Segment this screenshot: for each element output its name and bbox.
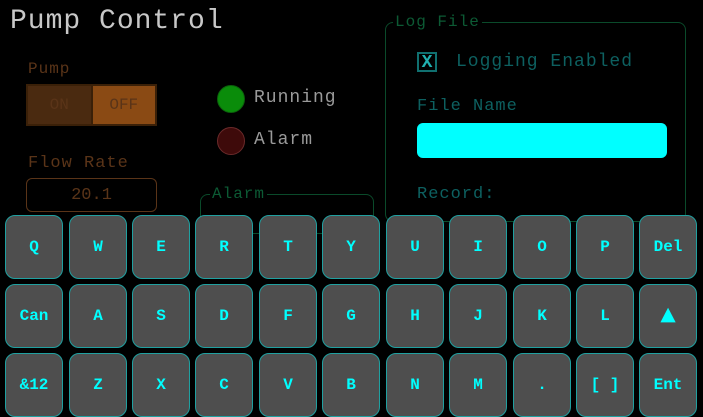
key-21[interactable]: ▲ [639, 284, 697, 348]
file-name-input[interactable] [417, 123, 667, 158]
key-10[interactable]: Del [639, 215, 697, 279]
key-2[interactable]: E [132, 215, 190, 279]
key-8[interactable]: O [513, 215, 571, 279]
key-23[interactable]: Z [69, 353, 127, 417]
key-15[interactable]: F [259, 284, 317, 348]
key-29[interactable]: M [449, 353, 507, 417]
key-22[interactable]: &12 [5, 353, 63, 417]
key-12[interactable]: A [69, 284, 127, 348]
key-7[interactable]: I [449, 215, 507, 279]
logging-enabled-label: Logging Enabled [456, 52, 634, 72]
key-18[interactable]: J [449, 284, 507, 348]
key-9[interactable]: P [576, 215, 634, 279]
key-5[interactable]: Y [322, 215, 380, 279]
key-17[interactable]: H [386, 284, 444, 348]
key-30[interactable]: . [513, 353, 571, 417]
key-1[interactable]: W [69, 215, 127, 279]
running-label: Running [254, 88, 337, 108]
alarm-group-title: Alarm [210, 185, 268, 203]
key-25[interactable]: C [195, 353, 253, 417]
pump-on-button[interactable]: ON [28, 86, 91, 124]
key-20[interactable]: L [576, 284, 634, 348]
logging-enabled-checkbox[interactable]: X [417, 52, 437, 72]
key-31[interactable]: [ ] [576, 353, 634, 417]
key-27[interactable]: B [322, 353, 380, 417]
pump-toggle[interactable]: ON OFF [26, 84, 157, 126]
running-indicator-icon [217, 85, 245, 113]
pump-label: Pump [28, 60, 71, 78]
flow-rate-field[interactable]: 20.1 [26, 178, 157, 212]
key-13[interactable]: S [132, 284, 190, 348]
file-name-label: File Name [417, 97, 518, 116]
key-26[interactable]: V [259, 353, 317, 417]
key-3[interactable]: R [195, 215, 253, 279]
alarm-label: Alarm [254, 130, 314, 150]
key-6[interactable]: U [386, 215, 444, 279]
on-screen-keyboard: Q W E R T Y U I O P Del Can A S D F G H J K L ▲ &12 Z X C V B N M.[ ]… [0, 213, 703, 417]
page-title: Pump Control [10, 6, 224, 37]
log-file-group-title: Log File [393, 13, 482, 31]
key-4[interactable]: T [259, 215, 317, 279]
record-label: Record: [417, 185, 496, 204]
key-19[interactable]: K [513, 284, 571, 348]
key-24[interactable]: X [132, 353, 190, 417]
key-11[interactable]: Can [5, 284, 63, 348]
pump-off-button[interactable]: OFF [90, 86, 155, 124]
key-16[interactable]: G [322, 284, 380, 348]
alarm-indicator-icon [217, 127, 245, 155]
flow-rate-label: Flow Rate [28, 154, 129, 173]
key-14[interactable]: D [195, 284, 253, 348]
key-32[interactable]: Ent [639, 353, 697, 417]
key-28[interactable]: N [386, 353, 444, 417]
key-0[interactable]: Q [5, 215, 63, 279]
